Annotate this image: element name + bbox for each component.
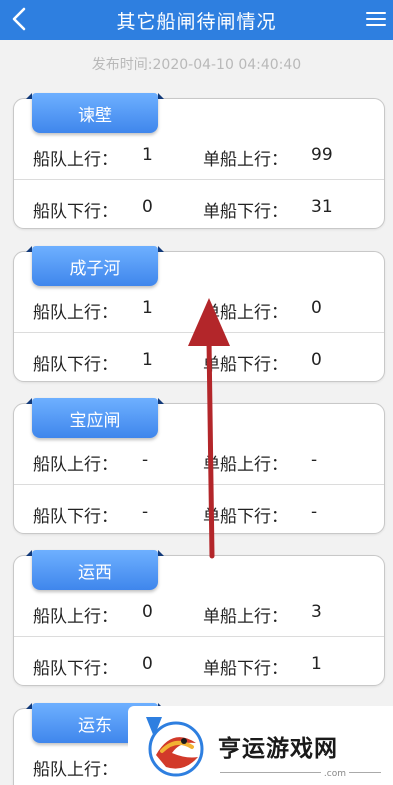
watermark-text: 亨运游戏网: [218, 735, 338, 762]
app-header: 其它船闸待闸情况: [0, 0, 393, 40]
single-up-label: 单船上行：: [203, 607, 288, 627]
single-down-label: 单船下行：: [203, 507, 288, 527]
single-down-label: 单船下行：: [203, 355, 288, 375]
fleet-up-label: 船队上行：: [33, 150, 118, 170]
fleet-down-value: 0: [142, 197, 153, 217]
watermark: 亨运游戏网 .com: [128, 706, 393, 785]
hamburger-menu-icon[interactable]: [363, 6, 389, 32]
downstream-row: 船队下行： 1 单船下行： 0: [14, 344, 384, 378]
back-chevron-icon: [12, 7, 26, 31]
watermark-logo-icon: [146, 716, 204, 776]
fleet-down-label: 船队下行：: [33, 507, 118, 527]
upstream-row: 船队上行： - 单船上行： -: [14, 444, 384, 478]
fleet-up-label: 船队上行：: [33, 607, 118, 627]
fleet-down-label: 船队下行：: [33, 202, 118, 222]
fleet-up-label: 船队上行：: [33, 303, 118, 323]
row-divider: [14, 636, 384, 637]
single-up-value: 0: [311, 298, 322, 318]
lock-name-tab: 宝应闸: [26, 398, 164, 438]
single-down-value: 0: [311, 350, 322, 370]
lock-card: 成子河 船队上行： 1 单船上行： 0 船队下行： 1 单船下行： 0: [13, 246, 385, 382]
fleet-up-value: 0: [142, 602, 153, 622]
row-divider: [14, 484, 384, 485]
single-down-label: 单船下行：: [203, 659, 288, 679]
single-up-label: 单船上行：: [203, 150, 288, 170]
single-up-label: 单船上行：: [203, 455, 288, 475]
fleet-down-value: 1: [142, 350, 153, 370]
downstream-row: 船队下行： 0 单船下行： 31: [14, 191, 384, 225]
lock-card: 运西 船队上行： 0 单船上行： 3 船队下行： 0 单船下行： 1: [13, 550, 385, 686]
fleet-up-value: 1: [142, 298, 153, 318]
downstream-row: 船队下行： 0 单船下行： 1: [14, 648, 384, 682]
single-up-label: 单船上行：: [203, 303, 288, 323]
fleet-up-label: 船队上行：: [33, 760, 118, 780]
back-button[interactable]: [4, 2, 34, 36]
lock-name-tab: 运西: [26, 550, 164, 590]
upstream-row: 船队上行： 1 单船上行： 99: [14, 139, 384, 173]
page-title: 其它船闸待闸情况: [116, 10, 277, 33]
single-down-label: 单船下行：: [203, 202, 288, 222]
single-down-value: 31: [311, 197, 333, 217]
fleet-up-label: 船队上行：: [33, 455, 118, 475]
upstream-row: 船队上行： 1 单船上行： 0: [14, 292, 384, 326]
fleet-down-value: -: [142, 502, 149, 522]
single-down-value: 1: [311, 654, 322, 674]
upstream-row: 船队上行： 0 单船上行： 3: [14, 596, 384, 630]
fleet-up-value: -: [142, 450, 149, 470]
row-divider: [14, 332, 384, 333]
lock-name-tab: 谏壁: [26, 93, 164, 133]
watermark-suffix: .com: [320, 769, 349, 779]
lock-card: 谏壁 船队上行： 1 单船上行： 99 船队下行： 0 单船下行： 31: [13, 93, 385, 229]
publish-time: 发布时间:2020-04-10 04:40:40: [91, 57, 302, 73]
downstream-row: 船队下行： - 单船下行： -: [14, 496, 384, 530]
fleet-down-label: 船队下行：: [33, 659, 118, 679]
fleet-down-value: 0: [142, 654, 153, 674]
lock-card: 宝应闸 船队上行： - 单船上行： - 船队下行： - 单船下行： -: [13, 398, 385, 534]
single-up-value: -: [311, 450, 318, 470]
single-up-value: 3: [311, 602, 322, 622]
fleet-up-value: 1: [142, 145, 153, 165]
single-down-value: -: [311, 502, 318, 522]
single-up-value: 99: [311, 145, 333, 165]
lock-name-tab: 成子河: [26, 246, 164, 286]
fleet-down-label: 船队下行：: [33, 355, 118, 375]
watermark-rule: [220, 772, 381, 773]
row-divider: [14, 179, 384, 180]
